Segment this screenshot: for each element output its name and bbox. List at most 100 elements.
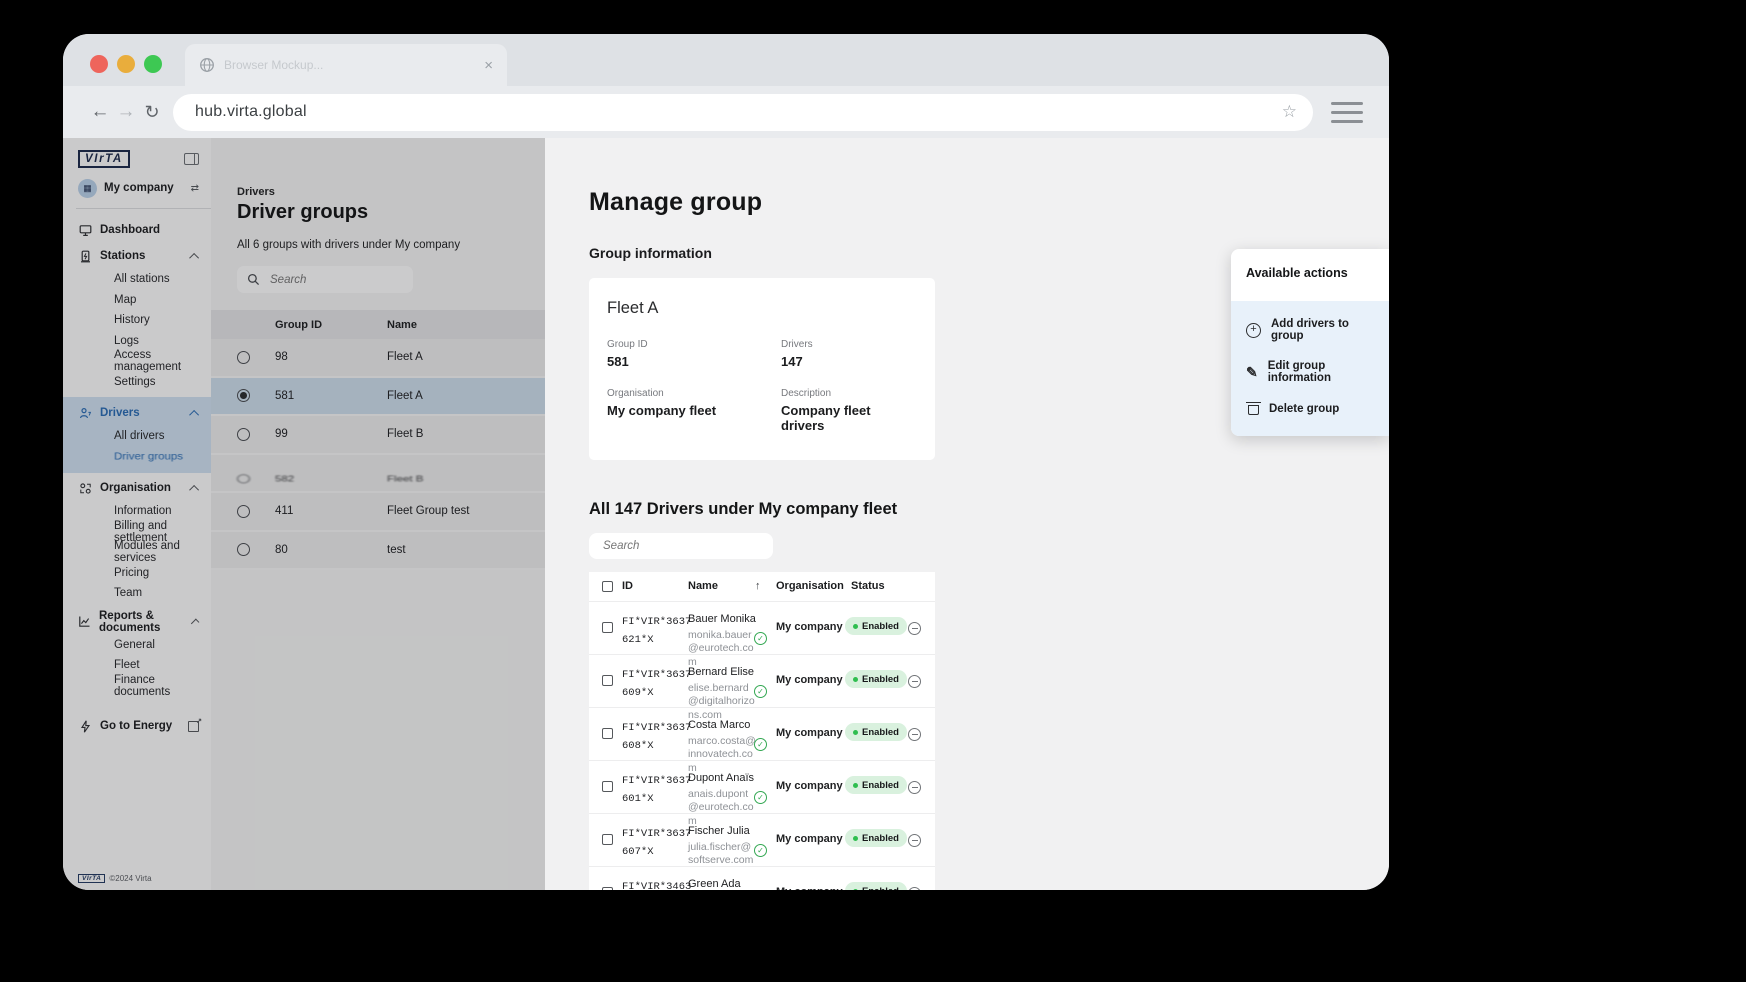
row-checkbox[interactable] — [602, 728, 613, 739]
driver-email: julia.fischer@softserve.com — [688, 841, 754, 867]
field-value: Company fleet drivers — [781, 403, 871, 433]
browser-window: Browser Mockup... × ← → ↻ hub.virta.glob… — [63, 34, 1389, 890]
back-icon[interactable]: ← — [87, 101, 113, 123]
main-content: Manage group Group information Fleet A G… — [545, 138, 1389, 890]
driver-name: Bernard Elise — [688, 666, 755, 678]
row-checkbox[interactable] — [602, 834, 613, 845]
close-window-button[interactable] — [90, 55, 108, 73]
field-organisation: Organisation My company fleet — [607, 388, 781, 433]
remove-driver-icon[interactable] — [908, 887, 921, 890]
field-value: 147 — [781, 354, 803, 369]
driver-id: FI*VIR*3637 621*X — [622, 616, 692, 647]
status-dot — [853, 888, 858, 890]
field-description: Description Company fleet drivers — [781, 388, 917, 433]
row-checkbox[interactable] — [602, 887, 613, 890]
group-info-card: Fleet A Group ID 581 Drivers 147 Organis… — [589, 278, 935, 460]
maximize-window-button[interactable] — [144, 55, 162, 73]
column-name[interactable]: Name — [688, 580, 718, 592]
verified-check-icon: ✓ — [754, 844, 767, 857]
status-badge: Enabled — [845, 670, 907, 688]
trash-icon — [1246, 402, 1261, 415]
pencil-icon: ✎ — [1246, 363, 1258, 380]
verified-check-icon: ✓ — [754, 791, 767, 804]
field-value: 581 — [607, 354, 629, 369]
action-label: Edit group information — [1267, 360, 1331, 384]
tab-strip: Browser Mockup... × — [63, 34, 1389, 86]
column-status: Status — [851, 580, 885, 592]
driver-id: FI*VIR*3637 609*X — [622, 669, 692, 700]
row-checkbox[interactable] — [602, 781, 613, 792]
actions-title: Available actions — [1246, 266, 1348, 280]
group-name: Fleet A — [607, 299, 659, 317]
verified-check-icon: ✓ — [754, 738, 767, 751]
driver-row[interactable]: FI*VIR*3637 609*X Bernard Elise elise.be… — [589, 655, 935, 721]
column-organisation: Organisation — [776, 580, 844, 592]
select-all-checkbox[interactable] — [602, 581, 613, 592]
remove-driver-icon[interactable] — [908, 675, 921, 688]
driver-name: Dupont Anaïs — [688, 772, 755, 784]
status-dot — [853, 729, 858, 735]
status-dot — [853, 623, 858, 629]
driver-id: FI*VIR*3637 601*X — [622, 775, 692, 806]
driver-name: Green Ada — [688, 878, 741, 890]
url-bar[interactable]: hub.virta.global ☆ — [173, 93, 1313, 131]
tab-close-icon[interactable]: × — [484, 58, 493, 73]
row-checkbox[interactable] — [602, 622, 613, 633]
driver-row[interactable]: FI*VIR*3637 621*X Bauer Monika monika.ba… — [589, 602, 935, 668]
traffic-lights — [90, 55, 162, 73]
verified-check-icon: ✓ — [754, 632, 767, 645]
driver-id: FI*VIR*3637 608*X — [622, 722, 692, 753]
driver-id: FI*VIR*3463 995*X — [622, 881, 692, 890]
action-label: Add drivers to group — [1271, 318, 1349, 342]
status-badge: Enabled — [845, 617, 907, 635]
status-dot — [853, 782, 858, 788]
tab-title: Browser Mockup... — [224, 58, 324, 72]
minimize-window-button[interactable] — [117, 55, 135, 73]
browser-toolbar: ← → ↻ hub.virta.global ☆ — [63, 86, 1389, 138]
drivers-search-box[interactable] — [589, 533, 773, 559]
reload-icon[interactable]: ↻ — [139, 102, 165, 123]
driver-name: Fischer Julia — [688, 825, 750, 837]
driver-id: FI*VIR*3637 607*X — [622, 828, 692, 859]
add-drivers-to-group-button[interactable]: + Add drivers to group — [1231, 309, 1389, 351]
remove-driver-icon[interactable] — [908, 781, 921, 794]
sort-asc-icon[interactable]: ↑ — [755, 580, 761, 592]
driver-name: Costa Marco — [688, 719, 751, 731]
action-label: Delete group — [1269, 402, 1340, 415]
driver-row[interactable]: FI*VIR*3637 601*X Dupont Anaïs anais.dup… — [589, 761, 935, 827]
remove-driver-icon[interactable] — [908, 622, 921, 635]
status-badge: Enabled — [845, 723, 907, 741]
page-title: Manage group — [589, 188, 763, 216]
browser-tab[interactable]: Browser Mockup... × — [185, 44, 507, 86]
menu-icon[interactable] — [1331, 101, 1363, 123]
status-dot — [853, 835, 858, 841]
driver-row[interactable]: FI*VIR*3637 608*X Costa Marco marco.cost… — [589, 708, 935, 774]
field-group-id: Group ID 581 — [607, 339, 781, 369]
url-text[interactable]: hub.virta.global — [195, 103, 307, 121]
drivers-heading: All 147 Drivers under My company fleet — [589, 500, 898, 518]
plus-circle-icon: + — [1246, 322, 1261, 338]
status-badge: Enabled — [845, 882, 907, 890]
globe-icon — [200, 58, 214, 72]
driver-row[interactable]: FI*VIR*3463 995*X Green Ada ada.green.ft… — [589, 867, 935, 890]
bookmark-star-icon[interactable]: ☆ — [1282, 102, 1297, 122]
status-dot — [853, 676, 858, 682]
remove-driver-icon[interactable] — [908, 728, 921, 741]
drivers-table: ID Name ↑ Organisation Status FI*VIR*363… — [589, 572, 935, 890]
field-label: Group ID — [607, 339, 648, 350]
remove-driver-icon[interactable] — [908, 834, 921, 847]
row-checkbox[interactable] — [602, 675, 613, 686]
forward-icon[interactable]: → — [113, 101, 139, 123]
edit-group-information-button[interactable]: ✎ Edit group information — [1231, 351, 1389, 393]
drivers-table-header: ID Name ↑ Organisation Status — [589, 572, 935, 602]
available-actions-panel: Available actions + Add drivers to group… — [1231, 249, 1389, 436]
field-label: Description — [781, 388, 832, 399]
drivers-search-input[interactable] — [601, 539, 725, 553]
status-badge: Enabled — [845, 776, 907, 794]
field-value: My company fleet — [607, 403, 717, 418]
dim-overlay — [63, 138, 545, 890]
driver-row[interactable]: FI*VIR*3637 607*X Fischer Julia julia.fi… — [589, 814, 935, 867]
field-label: Drivers — [781, 339, 813, 350]
delete-group-button[interactable]: Delete group — [1231, 393, 1389, 424]
field-drivers: Drivers 147 — [781, 339, 917, 369]
